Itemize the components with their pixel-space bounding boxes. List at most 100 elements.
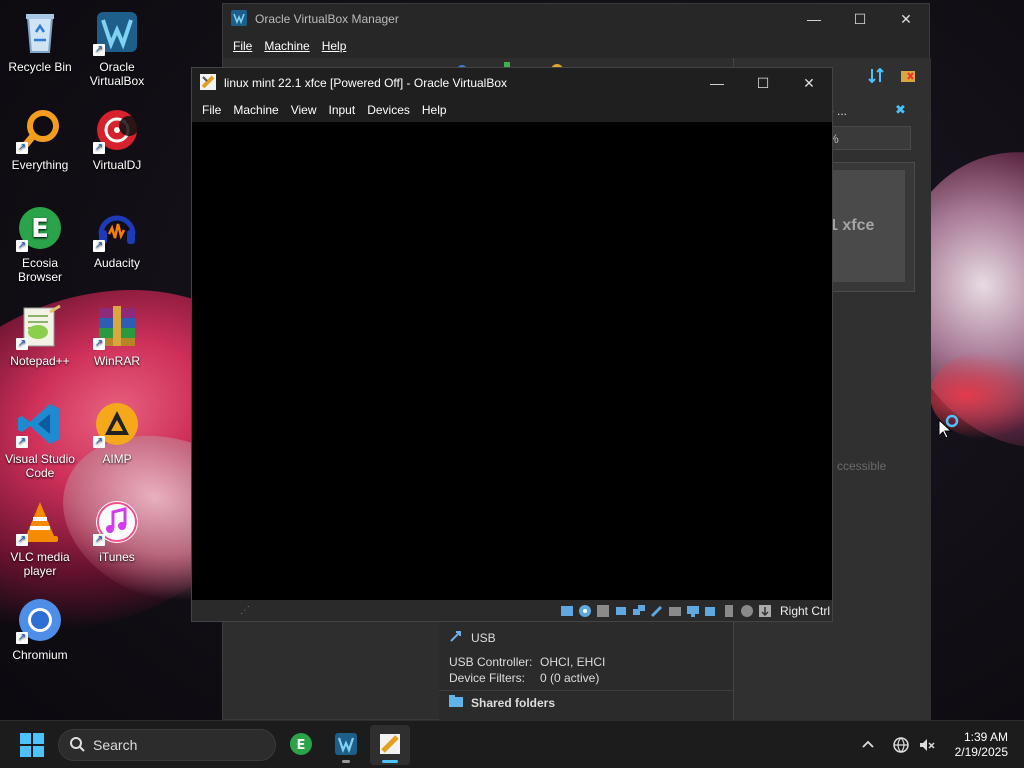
vm-window-icon [378,732,402,759]
menu-file[interactable]: File [196,103,227,117]
shortcut-arrow-icon: ↗ [93,240,105,252]
shortcut-arrow-icon: ↗ [93,436,105,448]
clock-date: 2/19/2025 [954,745,1008,759]
keyboard-capture-icon[interactable] [758,603,773,618]
menu-view[interactable]: View [285,103,323,117]
system-clock[interactable]: 1:39 AM 2/19/2025 [944,730,1008,760]
recording-icon[interactable] [704,603,719,618]
folder-icon [449,695,463,710]
hard-disk-icon[interactable] [560,603,575,618]
desktop-icon-itunes[interactable]: ↗ iTunes [77,498,157,564]
desktop-icon-virtualbox[interactable]: ↗ Oracle VirtualBox [77,8,157,88]
shortcut-arrow-icon: ↗ [93,338,105,350]
shared-folders-heading[interactable]: Shared folders [449,695,555,710]
notepadpp-icon: ↗ [16,302,64,350]
desktop-icon-virtualdj[interactable]: ↗ VirtualDJ [77,106,157,172]
shortcut-arrow-icon: ↗ [16,338,28,350]
winrar-icon: ↗ [93,302,141,350]
maximize-button[interactable]: ☐ [740,68,786,98]
svg-text:E: E [297,738,306,753]
desktop-icon-notepadpp[interactable]: ↗ Notepad++ [0,302,80,368]
maximize-button[interactable]: ☐ [837,4,883,34]
device-filters-label: Device Filters: [449,671,526,685]
shortcut-arrow-icon: ↗ [93,534,105,546]
desktop-icon-label: Chromium [12,648,68,662]
taskbar-app-ecosia[interactable]: E [281,725,321,765]
window-title: linux mint 22.1 xfce [Powered Off] - Ora… [224,76,508,90]
desktop-icon-audacity[interactable]: ↗ Audacity [77,204,157,270]
audio-icon[interactable] [614,603,629,618]
vm-display[interactable] [192,122,832,601]
close-tab-icon[interactable]: ✖ [895,102,913,118]
desktop-icon-vscode[interactable]: ↗ Visual Studio Code [0,400,80,480]
menu-input[interactable]: Input [323,103,362,117]
audacity-icon: ↗ [93,204,141,252]
menu-help[interactable]: Help [316,39,353,53]
divider [439,690,733,691]
close-button[interactable]: ✕ [883,4,929,34]
cpu-icon[interactable] [722,603,737,618]
virtualbox-icon [231,9,247,29]
host-key-label[interactable]: Right Ctrl [780,604,830,618]
taskbar-app-vm[interactable] [370,725,410,765]
sort-icon[interactable] [868,67,886,84]
shared-folders-status-icon[interactable] [668,603,683,618]
usb-heading: USB [449,629,496,646]
window-title: Oracle VirtualBox Manager [255,12,399,26]
language-globe-icon[interactable] [892,721,910,768]
discard-icon[interactable] [899,68,917,84]
manager-titlebar[interactable]: Oracle VirtualBox Manager — ☐ ✕ [223,4,929,34]
menu-help[interactable]: Help [416,103,453,117]
usb-heading-label: USB [471,630,496,645]
vm-window[interactable]: linux mint 22.1 xfce [Powered Off] - Ora… [191,67,833,622]
vm-titlebar[interactable]: linux mint 22.1 xfce [Powered Off] - Ora… [192,68,832,98]
menu-machine[interactable]: Machine [227,103,284,117]
menu-machine[interactable]: Machine [258,39,315,53]
taskbar-app-virtualbox[interactable] [326,725,366,765]
close-button[interactable]: ✕ [786,68,832,98]
itunes-icon: ↗ [93,498,141,546]
usb-controller-label: USB Controller: [449,655,533,669]
usb-icon [449,629,463,646]
everything-search-icon: ↗ [16,106,64,154]
desktop-icon-chromium[interactable]: ↗ Chromium [0,596,80,662]
volume-muted-icon[interactable] [918,721,936,768]
desktop-icon-recycle-bin[interactable]: Recycle Bin [0,8,80,74]
desktop-icon-label: Audacity [93,256,141,270]
virtualbox-icon: ↗ [93,8,141,56]
mouse-integration-icon[interactable] [740,603,755,618]
vm-menubar: File Machine View Input Devices Help [192,98,832,122]
running-indicator [342,760,350,763]
clock-time: 1:39 AM [963,730,1008,744]
optical-drive-icon[interactable] [578,603,593,618]
desktop-icon-everything[interactable]: ↗ Everything [0,106,80,172]
manager-menubar: File Machine Help [223,34,929,58]
desktop-icon-label: VLC media player [10,550,70,578]
display-icon[interactable] [686,603,701,618]
usb-status-icon[interactable] [650,603,665,618]
shortcut-arrow-icon: ↗ [16,240,28,252]
minimize-button[interactable]: — [791,4,837,34]
start-button[interactable] [20,733,44,757]
minimize-button[interactable]: — [694,68,740,98]
vm-preview-label: 1 xfce [829,217,875,234]
desktop-icon-ecosia[interactable]: E ↗ Ecosia Browser [0,204,80,284]
search-icon [69,736,85,755]
menu-file[interactable]: File [227,39,258,53]
taskbar-search[interactable]: Search [58,729,276,761]
progress-field: % [821,126,911,150]
desktop-icon-vlc[interactable]: ↗ VLC media player [0,498,80,578]
desktop-icon-winrar[interactable]: ↗ WinRAR [77,302,157,368]
search-placeholder: Search [93,737,138,753]
desktop-icon-aimp[interactable]: ↗ AIMP [77,400,157,466]
shortcut-arrow-icon: ↗ [16,142,28,154]
desktop-icon-label: WinRAR [93,354,140,368]
busy-cursor-icon [938,414,962,443]
resize-grip-icon[interactable]: ⋰ [240,605,250,616]
shortcut-arrow-icon: ↗ [93,44,105,56]
menu-devices[interactable]: Devices [361,103,416,117]
network-icon[interactable] [632,603,647,618]
show-hidden-icons-chevron-icon[interactable] [860,721,876,768]
inaccessible-label: ccessible [837,459,887,473]
floppy-icon[interactable] [596,603,611,618]
